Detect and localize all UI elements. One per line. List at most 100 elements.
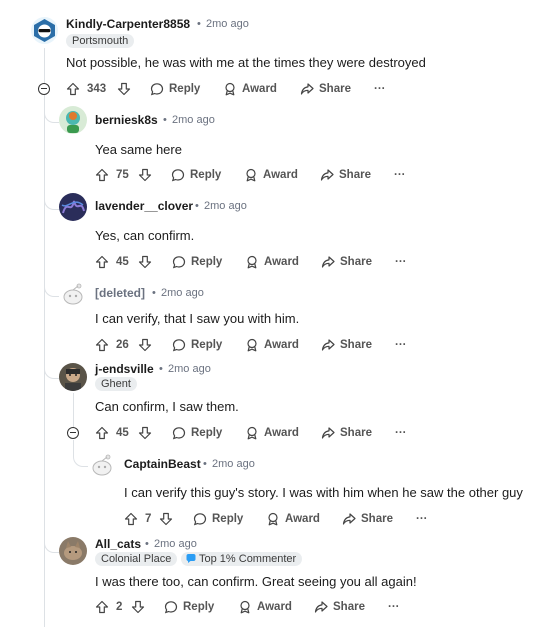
more-options-button[interactable]: ··· [395, 256, 407, 268]
reply-button[interactable]: Reply [190, 169, 221, 181]
thread-connector [73, 440, 88, 467]
award-icon[interactable] [244, 168, 258, 182]
reply-button[interactable]: Reply [212, 513, 243, 525]
share-icon[interactable] [314, 600, 328, 614]
more-options-button[interactable]: ··· [416, 513, 428, 525]
award-icon[interactable] [245, 255, 259, 269]
reply-button[interactable]: Reply [191, 256, 222, 268]
upvote-icon[interactable] [66, 82, 80, 96]
reply-button[interactable]: Reply [191, 427, 222, 439]
user-flair: Colonial Place [95, 552, 178, 566]
avatar [59, 280, 87, 308]
avatar[interactable] [59, 106, 87, 134]
upvote-icon[interactable] [124, 512, 138, 526]
user-avatar-image [65, 368, 81, 391]
avatar[interactable] [88, 451, 116, 479]
avatar[interactable] [31, 17, 58, 44]
reply-icon[interactable] [172, 338, 186, 352]
reply-button[interactable]: Reply [183, 601, 214, 613]
award-icon[interactable] [245, 338, 259, 352]
comment-time[interactable]: 2mo ago [212, 458, 255, 470]
comment-author[interactable]: j-endsville [95, 362, 154, 376]
comment-author[interactable]: berniesk8s [95, 113, 158, 127]
share-button[interactable]: Share [333, 601, 365, 613]
share-icon[interactable] [300, 82, 314, 96]
share-button[interactable]: Share [339, 169, 371, 181]
comment-time[interactable]: 2mo ago [154, 538, 197, 550]
comment-time[interactable]: 2mo ago [161, 287, 204, 299]
award-button[interactable]: Award [285, 513, 320, 525]
downvote-icon[interactable] [159, 512, 173, 526]
share-icon[interactable] [321, 255, 335, 269]
share-button[interactable]: Share [340, 339, 372, 351]
comment-time[interactable]: 2mo ago [204, 200, 247, 212]
snoo-avatar-icon [34, 19, 55, 42]
share-icon[interactable] [321, 338, 335, 352]
upvote-icon[interactable] [95, 338, 109, 352]
share-button[interactable]: Share [340, 256, 372, 268]
award-button[interactable]: Award [264, 427, 299, 439]
award-button[interactable]: Award [242, 83, 277, 95]
award-button[interactable]: Award [257, 601, 292, 613]
comment-time[interactable]: 2mo ago [172, 114, 215, 126]
user-flair: Ghent [95, 377, 137, 391]
comment-text: Can confirm, I saw them. [95, 399, 239, 414]
award-button[interactable]: Award [263, 169, 298, 181]
reply-icon[interactable] [172, 426, 186, 440]
reply-icon[interactable] [164, 600, 178, 614]
comment-author[interactable]: All_cats [95, 537, 141, 551]
reply-button[interactable]: Reply [191, 339, 222, 351]
upvote-icon[interactable] [95, 255, 109, 269]
separator-dot: • [145, 538, 149, 550]
downvote-icon[interactable] [138, 338, 152, 352]
collapse-thread-button[interactable] [38, 83, 50, 95]
thread-connector [44, 96, 59, 123]
award-button[interactable]: Award [264, 339, 299, 351]
comment-author[interactable]: lavender__clover [95, 199, 193, 213]
more-options-button[interactable]: ··· [394, 169, 406, 181]
upvote-icon[interactable] [95, 426, 109, 440]
avatar[interactable] [59, 363, 87, 391]
upvote-icon[interactable] [95, 168, 109, 182]
share-icon[interactable] [320, 168, 334, 182]
downvote-icon[interactable] [131, 600, 145, 614]
user-flair: Portsmouth [66, 34, 135, 48]
more-options-button[interactable]: ··· [374, 83, 386, 95]
more-options-button[interactable]: ··· [395, 427, 407, 439]
vote-count: 7 [145, 513, 152, 525]
share-button[interactable]: Share [361, 513, 393, 525]
reply-icon[interactable] [150, 82, 164, 96]
share-icon[interactable] [321, 426, 335, 440]
comment-text: I can verify, that I saw you with him. [95, 311, 300, 326]
comment-author[interactable]: CaptainBeast [124, 457, 201, 471]
downvote-icon[interactable] [138, 426, 152, 440]
downvote-icon[interactable] [138, 255, 152, 269]
collapse-thread-button[interactable] [67, 427, 79, 439]
downvote-icon[interactable] [117, 82, 131, 96]
separator-dot: • [163, 114, 167, 126]
reply-icon[interactable] [171, 168, 185, 182]
thread-connector [44, 183, 59, 210]
award-icon[interactable] [238, 600, 252, 614]
reply-button[interactable]: Reply [169, 83, 200, 95]
avatar[interactable] [59, 193, 87, 221]
award-icon[interactable] [245, 426, 259, 440]
user-avatar-image [61, 200, 85, 214]
share-button[interactable]: Share [319, 83, 351, 95]
downvote-icon[interactable] [138, 168, 152, 182]
comment-time[interactable]: 2mo ago [168, 363, 211, 375]
comment-text: Yes, can confirm. [95, 228, 195, 243]
more-options-button[interactable]: ··· [388, 601, 400, 613]
award-icon[interactable] [223, 82, 237, 96]
upvote-icon[interactable] [95, 600, 109, 614]
award-icon[interactable] [266, 512, 280, 526]
reply-icon[interactable] [172, 255, 186, 269]
comment-time[interactable]: 2mo ago [206, 18, 249, 30]
more-options-button[interactable]: ··· [395, 339, 407, 351]
share-button[interactable]: Share [340, 427, 372, 439]
comment-author[interactable]: Kindly-Carpenter8858 [66, 17, 190, 31]
reply-icon[interactable] [193, 512, 207, 526]
share-icon[interactable] [342, 512, 356, 526]
award-button[interactable]: Award [264, 256, 299, 268]
avatar[interactable] [59, 537, 87, 565]
